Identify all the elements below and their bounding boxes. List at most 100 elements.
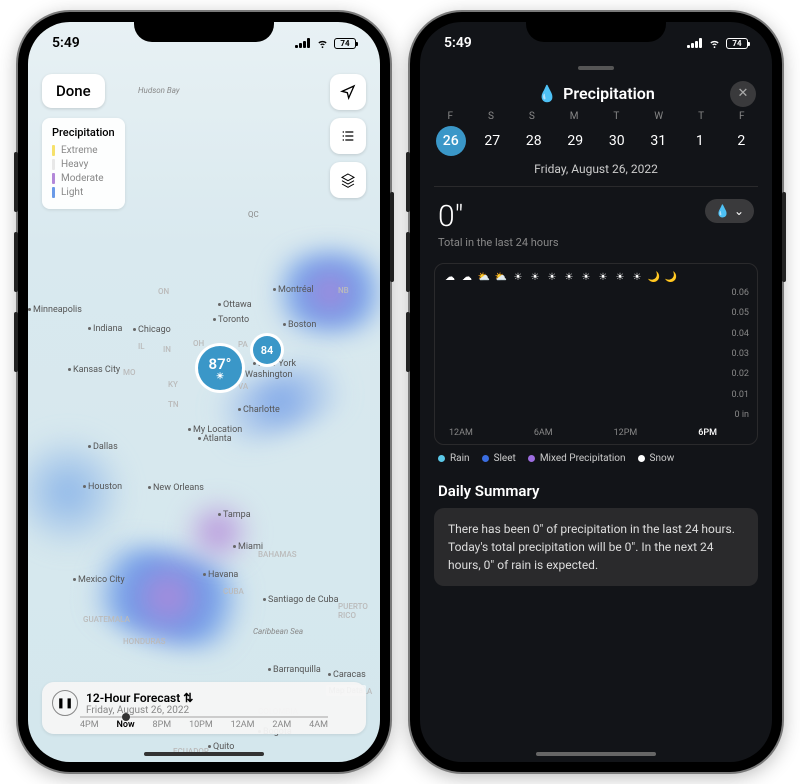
day-31[interactable]: 31 bbox=[643, 126, 673, 156]
day-28[interactable]: 28 bbox=[519, 126, 549, 156]
status-icons: 74 bbox=[295, 38, 356, 49]
precipitation-screen: 5:49 74 💧 Precipitation ✕ FSSMTWTF 26 27… bbox=[420, 22, 772, 762]
temperature-badge-small[interactable]: 84 bbox=[253, 336, 281, 364]
chart-legend: Rain Sleet Mixed Precipitation Snow bbox=[420, 445, 772, 472]
city-havana: Havana bbox=[203, 570, 238, 580]
day-2[interactable]: 2 bbox=[726, 126, 756, 156]
sun-icon: ☀ bbox=[216, 373, 224, 382]
signal-icon bbox=[295, 38, 311, 48]
phone-frame-left: 5:49 74 Hudson Bay QC Montréal Ottawa To… bbox=[18, 12, 390, 772]
region-on: ON bbox=[158, 287, 169, 296]
done-button[interactable]: Done bbox=[42, 74, 105, 108]
home-indicator[interactable] bbox=[144, 752, 264, 756]
status-time: 5:49 bbox=[444, 35, 472, 51]
chart-y-axis: 0.060.050.040.030.020.010 in bbox=[731, 288, 749, 420]
notch bbox=[526, 12, 666, 42]
region-honduras: HONDURAS bbox=[123, 637, 166, 646]
sheet-header: 💧 Precipitation ✕ bbox=[420, 72, 772, 111]
region-bahamas: BAHAMAS bbox=[258, 550, 297, 559]
status-icons: 74 bbox=[687, 38, 748, 49]
city-santiago: Santiago de Cuba bbox=[263, 595, 339, 605]
wifi-icon bbox=[315, 38, 330, 49]
notch bbox=[134, 12, 274, 42]
day-1[interactable]: 1 bbox=[685, 126, 715, 156]
region-guatemala: GUATEMALA bbox=[83, 615, 130, 624]
city-ottawa: Ottawa bbox=[218, 300, 252, 310]
status-time: 5:49 bbox=[52, 35, 80, 51]
wifi-icon bbox=[707, 38, 722, 49]
pause-button[interactable]: ❚❚ bbox=[52, 690, 78, 716]
daily-summary-text: There has been 0" of precipitation in th… bbox=[434, 508, 758, 586]
city-tampa: Tampa bbox=[218, 510, 251, 520]
day-27[interactable]: 27 bbox=[477, 126, 507, 156]
map-controls bbox=[330, 74, 366, 198]
region-oh: OH bbox=[193, 339, 204, 348]
city-caracas: Caracas bbox=[328, 670, 366, 680]
city-charlotte: Charlotte bbox=[238, 405, 280, 415]
full-date: Friday, August 26, 2022 bbox=[420, 162, 772, 186]
signal-icon bbox=[687, 38, 703, 48]
city-quito: Quito bbox=[208, 742, 234, 752]
days-row: 26 27 28 29 30 31 1 2 bbox=[420, 122, 772, 162]
droplet-icon: 💧 bbox=[715, 204, 730, 218]
city-barranquilla: Barranquilla bbox=[268, 665, 321, 675]
city-indiana: Indiana bbox=[88, 324, 122, 334]
city-minneapolis: Minneapolis bbox=[28, 305, 82, 315]
city-kansas: Kansas City bbox=[68, 365, 120, 375]
city-dallas: Dallas bbox=[88, 442, 118, 452]
precipitation-legend: Precipitation Extreme Heavy Moderate Lig… bbox=[42, 118, 125, 209]
precipitation-type-button[interactable]: 💧 ⌄ bbox=[705, 199, 754, 223]
timeline-scrubber[interactable] bbox=[122, 713, 130, 721]
weekday-row: FSSMTWTF bbox=[420, 111, 772, 122]
city-boston: Boston bbox=[283, 320, 316, 330]
region-puerto: PUERTO RICO bbox=[338, 602, 380, 620]
forecast-bar: ❚❚ 12-Hour Forecast ⇅ Friday, August 26,… bbox=[42, 682, 366, 734]
region-pa: PA bbox=[238, 340, 248, 349]
map-screen: 5:49 74 Hudson Bay QC Montréal Ottawa To… bbox=[28, 22, 380, 762]
total-subtitle: Total in the last 24 hours bbox=[420, 236, 772, 259]
city-washington: Washington bbox=[240, 370, 293, 380]
day-29[interactable]: 29 bbox=[560, 126, 590, 156]
region-va: VA bbox=[238, 382, 248, 391]
region-tn: TN bbox=[168, 400, 179, 409]
region-nb: NB bbox=[338, 286, 349, 295]
city-neworleans: New Orleans bbox=[148, 483, 204, 493]
battery-icon: 74 bbox=[726, 38, 748, 49]
city-montreal: Montréal bbox=[273, 285, 314, 295]
layers-icon[interactable] bbox=[330, 162, 366, 198]
daily-summary-title: Daily Summary bbox=[420, 472, 772, 508]
region-cuba: CUBA bbox=[223, 587, 244, 596]
list-icon[interactable] bbox=[330, 118, 366, 154]
droplet-icon: 💧 bbox=[537, 84, 557, 103]
city-toronto: Toronto bbox=[213, 315, 249, 325]
label-caribbean: Caribbean Sea bbox=[253, 627, 303, 636]
label-hudson: Hudson Bay bbox=[138, 86, 180, 95]
hourly-condition-icons: ☁☁⛅⛅☀☀☀☀☀☀☀☀🌙🌙 bbox=[443, 272, 678, 283]
region-ky: KY bbox=[168, 380, 178, 389]
battery-icon: 74 bbox=[334, 38, 356, 49]
forecast-title[interactable]: 12-Hour Forecast ⇅ bbox=[86, 691, 193, 705]
close-button[interactable]: ✕ bbox=[730, 81, 756, 107]
location-arrow-icon[interactable] bbox=[330, 74, 366, 110]
phone-frame-right: 5:49 74 💧 Precipitation ✕ FSSMTWTF 26 27… bbox=[410, 12, 782, 772]
temperature-badge-main[interactable]: 87°☀ bbox=[198, 346, 242, 390]
total-value: 0" bbox=[438, 199, 463, 234]
forecast-timeline[interactable]: 4PM Now 8PM 10PM 12AM 2AM 4AM bbox=[52, 716, 356, 730]
home-indicator[interactable] bbox=[536, 752, 656, 756]
day-26[interactable]: 26 bbox=[436, 126, 466, 156]
total-row: 0" 💧 ⌄ bbox=[420, 187, 772, 236]
city-atlanta: Atlanta bbox=[198, 434, 232, 444]
day-30[interactable]: 30 bbox=[602, 126, 632, 156]
precipitation-chart[interactable]: ☁☁⛅⛅☀☀☀☀☀☀☀☀🌙🌙 0.060.050.040.030.020.010… bbox=[434, 263, 758, 445]
legend-title: Precipitation bbox=[52, 126, 115, 139]
city-chicago: Chicago bbox=[133, 325, 171, 335]
city-houston: Houston bbox=[83, 482, 122, 492]
region-mo: MO bbox=[123, 368, 136, 377]
label-qc: QC bbox=[248, 210, 259, 219]
region-in: IN bbox=[163, 345, 171, 354]
forecast-date: Friday, August 26, 2022 bbox=[86, 705, 193, 716]
chevron-down-icon: ⌄ bbox=[734, 204, 744, 218]
sheet-title: 💧 Precipitation bbox=[537, 84, 655, 103]
sheet-handle[interactable] bbox=[578, 66, 614, 70]
city-mexico: Mexico City bbox=[73, 575, 125, 585]
